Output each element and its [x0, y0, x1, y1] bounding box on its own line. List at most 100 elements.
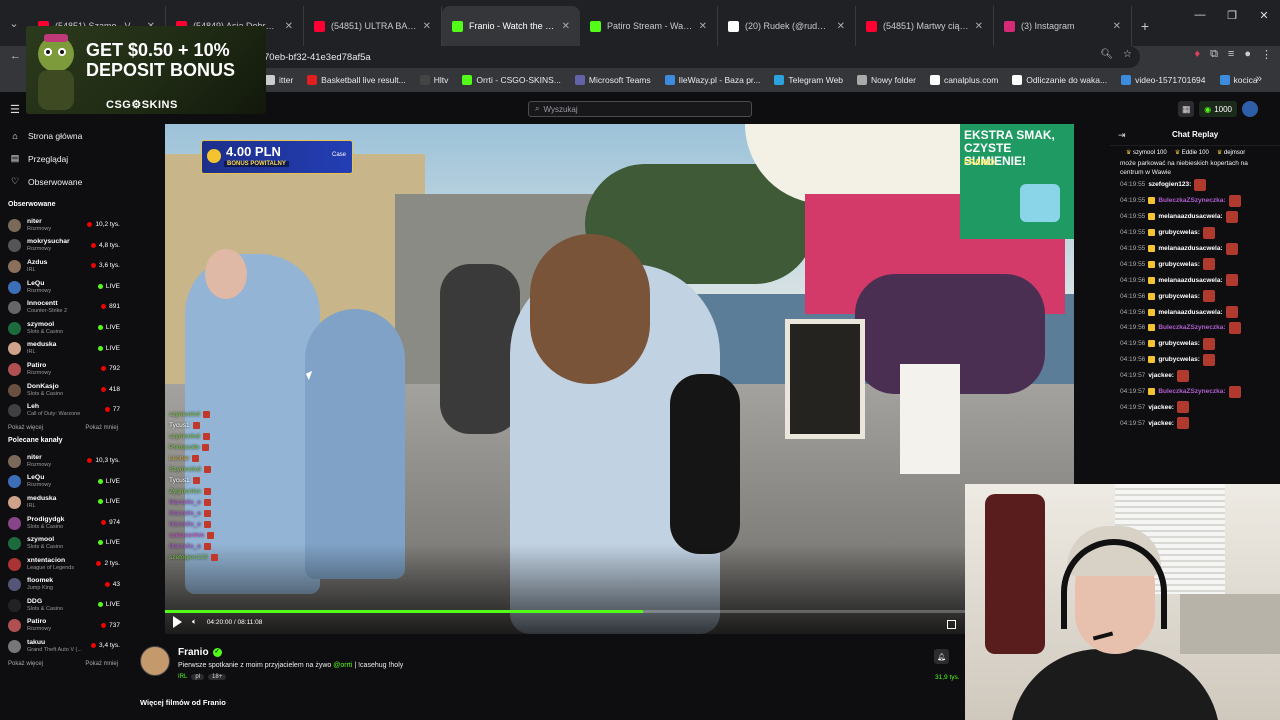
channel-item[interactable]: szymool Slots & Casino LIVE: [0, 318, 126, 339]
channel-item[interactable]: Innocentt Counter-Strike 2 891: [0, 297, 126, 318]
chat-username[interactable]: melanaazdusacwela:: [1158, 213, 1222, 220]
chat-username[interactable]: BuleczkaZSzyneczka:: [1158, 388, 1225, 395]
bookmark-item[interactable]: Microsoft Teams: [574, 75, 651, 85]
minimize-icon[interactable]: —: [1184, 0, 1216, 30]
csgoskins-ad-banner[interactable]: GET $0.50 + 10% DEPOSIT BONUS CSG⚙SKINS: [26, 26, 266, 114]
channel-item[interactable]: DonKasjo Slots & Casino 418: [0, 380, 126, 401]
chat-username[interactable]: BuleczkaZSzyneczka:: [1158, 197, 1225, 204]
volume-icon[interactable]: 🔈︎: [192, 617, 197, 627]
play-icon[interactable]: [173, 616, 182, 628]
streamer-avatar[interactable]: [140, 646, 170, 676]
chat-username[interactable]: melanaazdusacwela:: [1158, 309, 1222, 316]
chat-username[interactable]: melanaazdusacwela:: [1158, 245, 1222, 252]
chat-username[interactable]: vjackee:: [1148, 420, 1174, 427]
channel-item[interactable]: Prodigydgk Slots & Casino 974: [0, 513, 126, 534]
bookmark-item[interactable]: Telegram Web: [774, 75, 843, 85]
channel-item[interactable]: LeQu Rozmowy LIVE: [0, 472, 126, 493]
notifications-button[interactable]: ▦: [1178, 101, 1195, 117]
close-tab-icon[interactable]: ✕: [423, 21, 431, 32]
kebab-menu-icon[interactable]: ⋮: [1261, 48, 1272, 61]
bookmarks-overflow-icon[interactable]: »: [1256, 73, 1262, 85]
chat-username[interactable]: szefogien123:: [1148, 181, 1191, 188]
hamburger-menu-icon[interactable]: ☰: [10, 103, 20, 116]
restore-icon[interactable]: ❐: [1216, 0, 1248, 30]
zoom-icon[interactable]: 🔍︎: [1100, 49, 1113, 60]
browser-tab[interactable]: Franio - Watch the VOD o ✕: [442, 6, 580, 46]
chat-username[interactable]: vjackee:: [1148, 372, 1174, 379]
show-more-link[interactable]: Pokaż więcej: [8, 425, 43, 431]
browser-tab[interactable]: (54851) ULTRA BALTIC ✕: [304, 6, 442, 46]
show-less-link[interactable]: Pokaż mniej: [85, 425, 118, 431]
channel-item[interactable]: floomek Jump King 43: [0, 575, 126, 596]
bookmark-star-icon[interactable]: ☆: [1123, 49, 1132, 60]
bookmark-item[interactable]: IleWazy.pl - Baza pr...: [664, 75, 760, 85]
puzzle-icon[interactable]: ⧉: [1210, 48, 1218, 61]
browser-tab[interactable]: Patiro Stream - Watch Liv ✕: [580, 6, 718, 46]
close-tab-icon[interactable]: ✕: [975, 21, 983, 32]
show-more-link[interactable]: Pokaż więcej: [8, 661, 43, 667]
notification-bell-button[interactable]: 🔔︎: [934, 649, 949, 664]
mention-link[interactable]: @orrti: [333, 662, 352, 669]
nav-item[interactable]: ♡ Obserwowane: [0, 170, 126, 193]
close-tab-icon[interactable]: ✕: [562, 21, 570, 32]
channel-item[interactable]: Patiro Rozmowy 792: [0, 359, 126, 380]
user-avatar[interactable]: [1242, 101, 1258, 117]
bookmark-item[interactable]: Nowy folder: [857, 75, 916, 85]
channel-item[interactable]: meduska IRL LIVE: [0, 492, 126, 513]
search-input[interactable]: ⌕ Wyszukaj: [528, 101, 752, 117]
close-tab-icon[interactable]: ✕: [837, 21, 845, 32]
channel-item[interactable]: Patiro Rozmowy 737: [0, 616, 126, 637]
channel-item[interactable]: mokrysuchar Rozmowy 4,8 tys.: [0, 236, 126, 257]
profile-icon[interactable]: ●: [1244, 48, 1251, 61]
chat-username[interactable]: grubycwelas:: [1158, 340, 1200, 347]
bookmark-item[interactable]: video-1571701694: [1121, 75, 1206, 85]
fullscreen-icon[interactable]: [947, 620, 956, 629]
channel-item[interactable]: Leh Call of Duty: Warzone 77: [0, 400, 126, 421]
channel-item[interactable]: Azdus IRL 3,6 tys.: [0, 256, 126, 277]
chat-username[interactable]: grubycwelas:: [1158, 293, 1200, 300]
chat-username[interactable]: grubycwelas:: [1158, 356, 1200, 363]
coins-badge[interactable]: ◉ 1000: [1199, 101, 1237, 117]
chat-username[interactable]: vjackee:: [1148, 404, 1174, 411]
language-tag[interactable]: pl: [191, 674, 205, 680]
new-tab-button[interactable]: +: [1132, 6, 1158, 46]
back-icon[interactable]: ←: [10, 50, 21, 62]
chat-username[interactable]: BuleczkaZSzyneczka:: [1158, 324, 1225, 331]
bookmark-item[interactable]: canalplus.com: [929, 75, 998, 85]
channel-item[interactable]: LeQu Rozmowy LIVE: [0, 277, 126, 298]
channel-item[interactable]: meduska IRL LIVE: [0, 339, 126, 360]
browser-tab[interactable]: (20) Rudek (@rudek_k) / X ✕: [718, 6, 856, 46]
browser-tab[interactable]: (54851) Martwy ciąg 100 ✕: [856, 6, 994, 46]
media-icon[interactable]: ≡: [1228, 48, 1234, 61]
extension-icon[interactable]: ♦: [1194, 48, 1200, 61]
close-tab-icon[interactable]: ✕: [1113, 21, 1121, 32]
channel-item[interactable]: niter Rozmowy 10,3 tys.: [0, 451, 126, 472]
channel-item[interactable]: xntentacion League of Legends 2 tys.: [0, 554, 126, 575]
nav-item[interactable]: ⌂ Strona główna: [0, 124, 126, 147]
video-player[interactable]: 4.00 PLN BONUS POWITALNY Case EKSTRA SMA…: [165, 124, 1074, 634]
bookmark-item[interactable]: Hltv: [419, 75, 448, 85]
bookmark-item[interactable]: Basketball live result...: [307, 75, 406, 85]
collapse-chat-icon[interactable]: ⇥: [1118, 130, 1126, 141]
channel-item[interactable]: takuu Grand Theft Auto V (... 3,4 tys.: [0, 636, 126, 657]
tab-search-button[interactable]: ⌄: [0, 0, 28, 46]
bookmark-item[interactable]: Odliczanie do waka...: [1012, 75, 1107, 85]
channel-item[interactable]: DDG Slots & Casino LIVE: [0, 595, 126, 616]
bookmark-item[interactable]: kocica: [1219, 75, 1258, 85]
seek-bar[interactable]: [165, 610, 1074, 613]
bookmark-item[interactable]: itter: [265, 75, 293, 85]
channel-item[interactable]: niter Rozmowy 10,2 tys.: [0, 215, 126, 236]
channel-item[interactable]: szymool Slots & Casino LIVE: [0, 533, 126, 554]
chat-username[interactable]: grubycwelas:: [1158, 261, 1200, 268]
nav-item[interactable]: ▤ Przeglądaj: [0, 147, 126, 170]
streamer-name[interactable]: Franio: [178, 647, 209, 658]
chat-username[interactable]: grubycwelas:: [1158, 229, 1200, 236]
chat-username[interactable]: melanaazdusacwela:: [1158, 277, 1222, 284]
close-tab-icon[interactable]: ✕: [285, 21, 293, 32]
close-tab-icon[interactable]: ✕: [699, 21, 707, 32]
bookmark-item[interactable]: Orrti - CSGO-SKINS...: [462, 75, 561, 85]
close-window-icon[interactable]: ✕: [1248, 0, 1280, 30]
show-less-link[interactable]: Pokaż mniej: [85, 661, 118, 667]
category-link[interactable]: IRL: [178, 674, 187, 680]
browser-tab[interactable]: (3) Instagram ✕: [994, 6, 1132, 46]
